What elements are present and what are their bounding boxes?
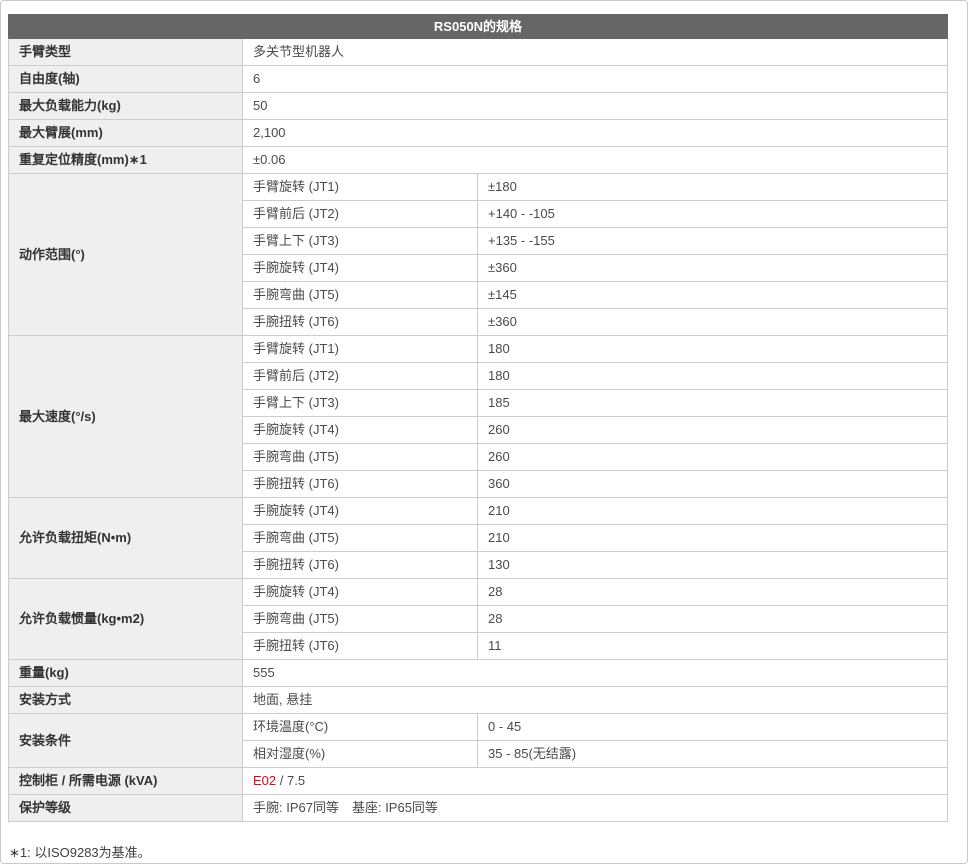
spec-value: 地面, 悬挂 bbox=[243, 687, 948, 714]
sub-parameter: 手腕旋转 (JT4) bbox=[243, 498, 478, 525]
row-label: 控制柜 / 所需电源 (kVA) bbox=[9, 768, 243, 795]
sub-parameter: 手腕弯曲 (JT5) bbox=[243, 282, 478, 309]
spec-value: 260 bbox=[478, 444, 948, 471]
spec-value: 130 bbox=[478, 552, 948, 579]
table-row: 保护等级手腕: IP67同等 基座: IP65同等 bbox=[9, 795, 948, 822]
table-header-row: RS050N的规格 bbox=[9, 15, 948, 39]
spec-value: ±180 bbox=[478, 174, 948, 201]
row-label: 最大速度(°/s) bbox=[9, 336, 243, 498]
sub-parameter: 手腕扭转 (JT6) bbox=[243, 552, 478, 579]
sub-parameter: 相对湿度(%) bbox=[243, 741, 478, 768]
spec-value: 210 bbox=[478, 525, 948, 552]
table-row: 重量(kg)555 bbox=[9, 660, 948, 687]
sub-parameter: 手腕旋转 (JT4) bbox=[243, 417, 478, 444]
spec-value: 360 bbox=[478, 471, 948, 498]
sub-parameter: 手腕弯曲 (JT5) bbox=[243, 606, 478, 633]
spec-value: 6 bbox=[243, 66, 948, 93]
content-area: RS050N的规格 手臂类型多关节型机器人自由度(轴)6最大负载能力(kg)50… bbox=[1, 1, 967, 861]
row-label: 手臂类型 bbox=[9, 39, 243, 66]
sub-parameter: 手腕扭转 (JT6) bbox=[243, 471, 478, 498]
spec-value: 2,100 bbox=[243, 120, 948, 147]
spec-value: 28 bbox=[478, 579, 948, 606]
row-label: 重复定位精度(mm)∗1 bbox=[9, 147, 243, 174]
sub-parameter: 手腕扭转 (JT6) bbox=[243, 633, 478, 660]
table-row: 最大臂展(mm)2,100 bbox=[9, 120, 948, 147]
sub-parameter: 手腕弯曲 (JT5) bbox=[243, 444, 478, 471]
sub-parameter: 手臂上下 (JT3) bbox=[243, 390, 478, 417]
spec-value: 180 bbox=[478, 363, 948, 390]
row-label: 保护等级 bbox=[9, 795, 243, 822]
table-row: 安装方式地面, 悬挂 bbox=[9, 687, 948, 714]
table-row: 控制柜 / 所需电源 (kVA)E02 / 7.5 bbox=[9, 768, 948, 795]
sub-parameter: 手臂前后 (JT2) bbox=[243, 363, 478, 390]
table-row: 动作范围(°)手臂旋转 (JT1)±180 bbox=[9, 174, 948, 201]
spec-value: 手腕: IP67同等 基座: IP65同等 bbox=[243, 795, 948, 822]
table-row: 重复定位精度(mm)∗1±0.06 bbox=[9, 147, 948, 174]
table-title: RS050N的规格 bbox=[9, 15, 948, 39]
spec-value: ±0.06 bbox=[243, 147, 948, 174]
sub-parameter: 手臂旋转 (JT1) bbox=[243, 336, 478, 363]
sub-parameter: 手腕弯曲 (JT5) bbox=[243, 525, 478, 552]
spec-value: 11 bbox=[478, 633, 948, 660]
spec-value: 185 bbox=[478, 390, 948, 417]
row-label: 安装条件 bbox=[9, 714, 243, 768]
row-label: 最大臂展(mm) bbox=[9, 120, 243, 147]
spec-value: ±360 bbox=[478, 309, 948, 336]
sub-parameter: 手腕扭转 (JT6) bbox=[243, 309, 478, 336]
spec-value: 555 bbox=[243, 660, 948, 687]
table-row: 安装条件环境温度(°C)0 - 45 bbox=[9, 714, 948, 741]
spec-value: E02 / 7.5 bbox=[243, 768, 948, 795]
controller-link[interactable]: E02 bbox=[253, 773, 276, 788]
sub-parameter: 环境温度(°C) bbox=[243, 714, 478, 741]
sub-parameter: 手臂旋转 (JT1) bbox=[243, 174, 478, 201]
row-label: 最大负载能力(kg) bbox=[9, 93, 243, 120]
spec-value: 50 bbox=[243, 93, 948, 120]
footnote: ∗1: 以ISO9283为基准。 bbox=[9, 842, 947, 861]
sub-parameter: 手臂前后 (JT2) bbox=[243, 201, 478, 228]
table-row: 自由度(轴)6 bbox=[9, 66, 948, 93]
page-frame: RS050N的规格 手臂类型多关节型机器人自由度(轴)6最大负载能力(kg)50… bbox=[0, 0, 968, 864]
spec-value: 210 bbox=[478, 498, 948, 525]
spec-value: ±145 bbox=[478, 282, 948, 309]
spec-value: 28 bbox=[478, 606, 948, 633]
spec-value: +135 - -155 bbox=[478, 228, 948, 255]
row-label: 允许负载惯量(kg•m2) bbox=[9, 579, 243, 660]
row-label: 重量(kg) bbox=[9, 660, 243, 687]
spec-table-body: RS050N的规格 手臂类型多关节型机器人自由度(轴)6最大负载能力(kg)50… bbox=[9, 15, 948, 822]
sub-parameter: 手腕旋转 (JT4) bbox=[243, 579, 478, 606]
power-value: / 7.5 bbox=[276, 773, 305, 788]
spec-table: RS050N的规格 手臂类型多关节型机器人自由度(轴)6最大负载能力(kg)50… bbox=[8, 14, 948, 822]
sub-parameter: 手臂上下 (JT3) bbox=[243, 228, 478, 255]
row-label: 安装方式 bbox=[9, 687, 243, 714]
table-row: 允许负载惯量(kg•m2)手腕旋转 (JT4)28 bbox=[9, 579, 948, 606]
spec-value: 260 bbox=[478, 417, 948, 444]
spec-value: 180 bbox=[478, 336, 948, 363]
table-row: 允许负载扭矩(N•m)手腕旋转 (JT4)210 bbox=[9, 498, 948, 525]
spec-value: 0 - 45 bbox=[478, 714, 948, 741]
row-label: 自由度(轴) bbox=[9, 66, 243, 93]
spec-value: 多关节型机器人 bbox=[243, 39, 948, 66]
row-label: 允许负载扭矩(N•m) bbox=[9, 498, 243, 579]
spec-value: 35 - 85(无结露) bbox=[478, 741, 948, 768]
row-label: 动作范围(°) bbox=[9, 174, 243, 336]
spec-value: ±360 bbox=[478, 255, 948, 282]
table-row: 最大负载能力(kg)50 bbox=[9, 93, 948, 120]
table-row: 手臂类型多关节型机器人 bbox=[9, 39, 948, 66]
sub-parameter: 手腕旋转 (JT4) bbox=[243, 255, 478, 282]
spec-value: +140 - -105 bbox=[478, 201, 948, 228]
table-row: 最大速度(°/s)手臂旋转 (JT1)180 bbox=[9, 336, 948, 363]
